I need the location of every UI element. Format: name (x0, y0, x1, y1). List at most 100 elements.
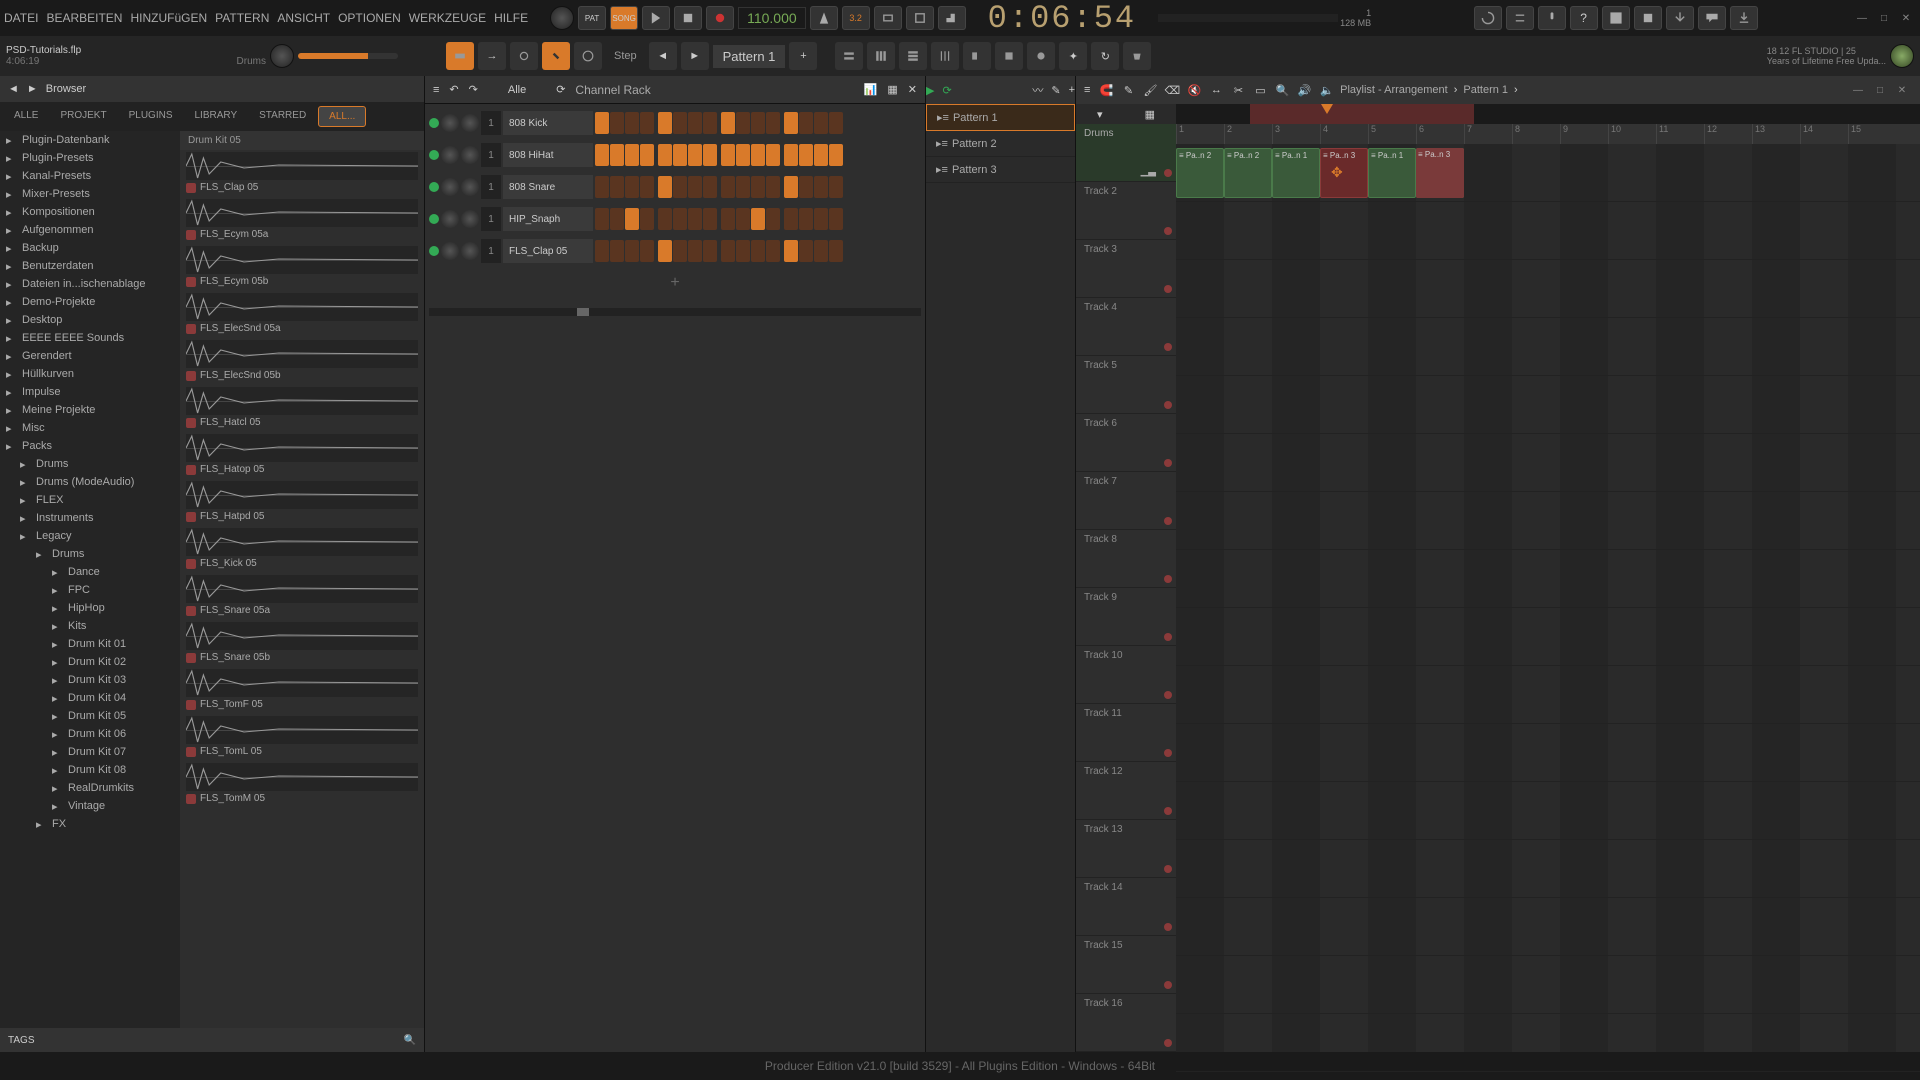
track-header[interactable]: Track 16 (1076, 994, 1176, 1052)
channel-vol-knob[interactable] (461, 146, 479, 164)
tree-item[interactable]: ▸Desktop (0, 311, 180, 329)
menu-optionen[interactable]: OPTIONEN (338, 11, 401, 25)
pl-erase-icon[interactable]: ⌫ (1162, 80, 1182, 100)
channel-name[interactable]: HIP_Snaph (503, 207, 593, 231)
track-lane[interactable] (1176, 376, 1920, 434)
tree-item[interactable]: ▸Drum Kit 01 (0, 635, 180, 653)
step-button[interactable] (721, 112, 735, 134)
pl-select-icon[interactable]: ▭ (1250, 80, 1270, 100)
menu-hinzufügen[interactable]: HINZUFüGEN (130, 11, 207, 25)
menu-bearbeiten[interactable]: BEARBEITEN (46, 11, 122, 25)
typing-keyboard-button[interactable] (446, 42, 474, 70)
ruler-tick[interactable]: 13 (1752, 124, 1800, 144)
sample-item[interactable]: FLS_TomF 05 (180, 667, 424, 714)
pl-brush-icon[interactable]: 🖌 (1140, 80, 1160, 100)
browser-search-icon[interactable]: 🔍 (404, 1035, 416, 1046)
cr-swing-slider[interactable] (429, 308, 921, 316)
step-button[interactable] (814, 112, 828, 134)
main-volume-knob[interactable] (270, 44, 294, 68)
wait-input-button[interactable] (510, 42, 538, 70)
sample-item[interactable]: FLS_Hatop 05 (180, 432, 424, 479)
stop-button[interactable] (674, 6, 702, 30)
tree-item[interactable]: ▸Gerendert (0, 347, 180, 365)
tree-item[interactable]: ▸Demo-Projekte (0, 293, 180, 311)
pp-edit-icon[interactable]: ✎ (1051, 84, 1060, 97)
midi-button[interactable] (574, 42, 602, 70)
export-button[interactable] (1666, 6, 1694, 30)
step-button[interactable] (736, 240, 750, 262)
menu-werkzeuge[interactable]: WERKZEUGE (409, 11, 486, 25)
ruler-tick[interactable]: 12 (1704, 124, 1752, 144)
pattern-picker-item[interactable]: ▸≡ Pattern 2 (926, 131, 1075, 157)
step-button[interactable] (829, 240, 843, 262)
step-button[interactable] (658, 176, 672, 198)
track-mute-button[interactable] (1164, 1039, 1172, 1047)
step-button[interactable] (784, 144, 798, 166)
snap-prev-button[interactable]: ◄ (649, 42, 677, 70)
step-button[interactable] (595, 208, 609, 230)
mic-button[interactable] (1538, 6, 1566, 30)
track-header[interactable]: Track 2 (1076, 182, 1176, 240)
menu-ansicht[interactable]: ANSICHT (277, 11, 330, 25)
cr-close-icon[interactable]: ✕ (908, 83, 917, 96)
tree-item[interactable]: ▸Drum Kit 05 (0, 707, 180, 725)
step-button[interactable] (595, 176, 609, 198)
track-mute-button[interactable] (1164, 575, 1172, 583)
browser-tab-starred[interactable]: STARRED (249, 106, 316, 127)
step-button[interactable] (736, 144, 750, 166)
countdown-button[interactable]: 3.2 (842, 6, 870, 30)
tree-item[interactable]: ▸Drums (0, 545, 180, 563)
step-button[interactable] (673, 112, 687, 134)
metronome-button[interactable] (810, 6, 838, 30)
channel-led[interactable] (429, 150, 439, 160)
browser-tab-alle[interactable]: ALLE (4, 106, 48, 127)
step-button[interactable] (703, 208, 717, 230)
tree-item[interactable]: ▸Benutzerdaten (0, 257, 180, 275)
shop-button[interactable] (1123, 42, 1151, 70)
pp-wave-icon[interactable]: 〰 (1032, 82, 1043, 98)
track-mute-button[interactable] (1164, 633, 1172, 641)
track-header[interactable]: Track 5 (1076, 356, 1176, 414)
pl-view-icon[interactable]: ▦ (1145, 108, 1155, 121)
tree-item[interactable]: ▸Aufgenommen (0, 221, 180, 239)
ruler-tick[interactable]: 6 (1416, 124, 1464, 144)
ruler-tick[interactable]: 2 (1224, 124, 1272, 144)
playlist-clip[interactable]: ≡ Pa..n 1 (1368, 148, 1416, 198)
overdub-button[interactable] (906, 6, 934, 30)
playlist-clip[interactable]: ≡ Pa..n 3 (1416, 148, 1464, 198)
step-button[interactable] (784, 112, 798, 134)
tree-item[interactable]: ▸Drum Kit 06 (0, 725, 180, 743)
pl-maximize-button[interactable]: □ (1870, 82, 1890, 98)
step-button[interactable] (703, 144, 717, 166)
tree-item[interactable]: ▸Drums (ModeAudio) (0, 473, 180, 491)
track-header[interactable]: Drums▁▃ (1076, 124, 1176, 182)
ruler-tick[interactable]: 15 (1848, 124, 1896, 144)
tree-item[interactable]: ▸RealDrumkits (0, 779, 180, 797)
pl-mute-icon[interactable]: 🔇 (1184, 80, 1204, 100)
track-header[interactable]: Track 4 (1076, 298, 1176, 356)
track-header[interactable]: Track 6 (1076, 414, 1176, 472)
channel-pan-knob[interactable] (441, 114, 459, 132)
track-lane[interactable] (1176, 782, 1920, 840)
step-button[interactable] (814, 144, 828, 166)
track-mute-button[interactable] (1164, 517, 1172, 525)
pl-minimize-button[interactable]: — (1848, 82, 1868, 98)
step-button[interactable] (688, 112, 702, 134)
sample-item[interactable]: FLS_Ecym 05a (180, 197, 424, 244)
step-button[interactable] (736, 208, 750, 230)
step-button[interactable] (625, 240, 639, 262)
step-button[interactable] (703, 176, 717, 198)
ruler-tick[interactable]: 10 (1608, 124, 1656, 144)
track-header[interactable]: Track 9 (1076, 588, 1176, 646)
channel-rack-button[interactable] (899, 42, 927, 70)
tree-item[interactable]: ▸Hüllkurven (0, 365, 180, 383)
sample-item[interactable]: FLS_TomM 05 (180, 761, 424, 808)
step-button[interactable] (766, 240, 780, 262)
add-channel-button[interactable]: + (429, 268, 921, 298)
track-lane[interactable] (1176, 550, 1920, 608)
step-button[interactable] (721, 208, 735, 230)
channel-led[interactable] (429, 214, 439, 224)
track-mute-button[interactable] (1164, 923, 1172, 931)
sample-item[interactable]: FLS_Snare 05a (180, 573, 424, 620)
sample-item[interactable]: FLS_Kick 05 (180, 526, 424, 573)
